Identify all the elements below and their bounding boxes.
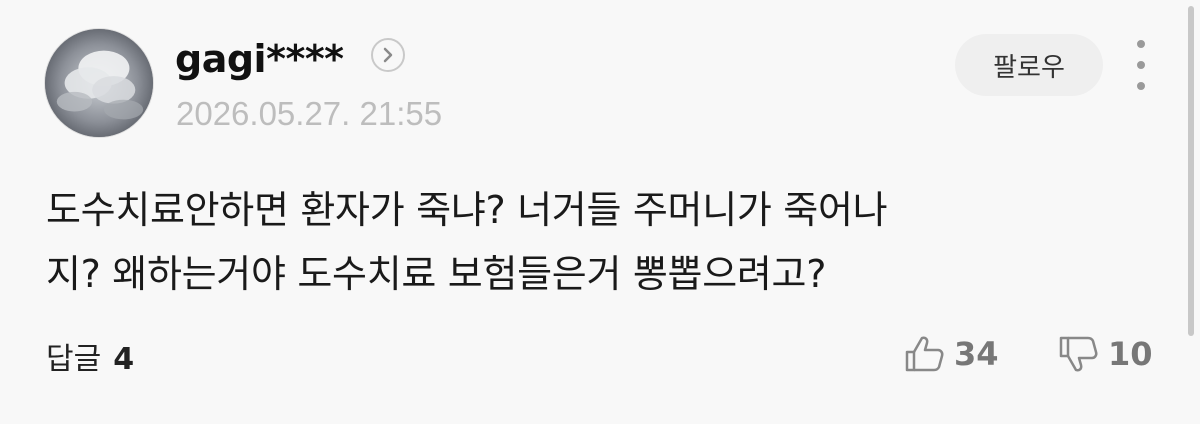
username[interactable]: gagi**** <box>175 34 344 84</box>
reply-label: 답글 <box>46 342 102 377</box>
like-count: 34 <box>954 335 999 373</box>
comment-timestamp: 2026.05.27. 21:55 <box>176 95 443 132</box>
chevron-right-icon[interactable] <box>371 38 405 72</box>
avatar[interactable] <box>44 28 154 138</box>
thumbs-down-icon <box>1059 336 1098 372</box>
like-button[interactable]: 34 <box>902 332 999 376</box>
more-dot <box>1137 61 1145 69</box>
more-dot <box>1137 40 1145 48</box>
dislike-button[interactable]: 10 <box>1056 332 1153 376</box>
follow-button[interactable]: 팔로우 <box>955 34 1103 96</box>
thumbs-up-icon <box>905 336 944 372</box>
comment-card: gagi**** 2026.05.27. 21:55 팔로우 도수치료안하면 환… <box>0 0 1200 424</box>
avatar-cloud-image <box>45 29 153 137</box>
more-vertical-icon[interactable] <box>1126 40 1156 90</box>
dislike-count: 10 <box>1108 335 1153 373</box>
reply-count: 4 <box>113 342 135 377</box>
scrollbar[interactable] <box>1188 6 1194 336</box>
comment-body: 도수치료안하면 환자가 죽냐? 너거들 주머니가 죽어나 지? 왜하는거야 도수… <box>46 188 888 296</box>
more-dot <box>1137 82 1145 90</box>
reply-button[interactable]: 답글 4 <box>46 334 134 378</box>
